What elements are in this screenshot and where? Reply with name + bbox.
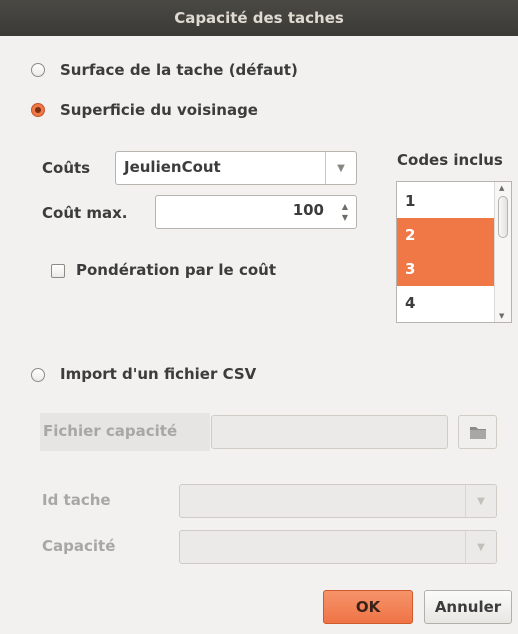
fichier-capacite-input[interactable]: [211, 415, 448, 449]
capacite-combo[interactable]: ▼: [179, 530, 497, 564]
ponderation-checkbox[interactable]: [51, 264, 65, 278]
superficie-radio-label[interactable]: Superficie du voisinage: [60, 101, 258, 119]
capacite-label: Capacité: [42, 537, 116, 555]
scrollbar-thumb[interactable]: [498, 196, 508, 238]
couts-combo-value: JeulienCout: [124, 158, 221, 176]
superficie-radio[interactable]: [31, 103, 45, 117]
list-item[interactable]: 2: [397, 218, 495, 252]
spin-arrows-icon[interactable]: ▲ ▼: [334, 196, 356, 228]
codes-scrollbar[interactable]: ▲ ▼: [494, 182, 511, 322]
chevron-down-icon: ▼: [465, 531, 496, 563]
cout-max-value: 100: [292, 201, 324, 219]
list-item[interactable]: 4: [397, 286, 495, 320]
scroll-down-icon[interactable]: ▼: [499, 312, 504, 320]
codes-listbox[interactable]: 1 2 3 4 ▲ ▼: [396, 181, 512, 323]
fichier-capacite-label-box: Fichier capacité: [40, 413, 210, 451]
couts-label: Coûts: [42, 159, 91, 177]
ok-button[interactable]: OK: [323, 590, 413, 624]
codes-inclus-header: Codes inclus: [397, 151, 503, 169]
id-tache-label: Id tache: [42, 491, 111, 509]
browse-folder-button[interactable]: [458, 415, 497, 449]
folder-icon: [469, 427, 486, 439]
window-title: Capacité des taches: [174, 9, 344, 27]
list-item[interactable]: 3: [397, 252, 495, 286]
scroll-up-icon[interactable]: ▲: [499, 184, 504, 192]
cancel-button[interactable]: Annuler: [424, 590, 512, 624]
window-titlebar: Capacité des taches: [0, 0, 518, 36]
csv-radio-label[interactable]: Import d'un fichier CSV: [60, 365, 256, 383]
cout-max-spinbox[interactable]: 100 ▲ ▼: [155, 195, 357, 229]
list-item[interactable]: 1: [397, 184, 495, 218]
cout-max-label: Coût max.: [42, 204, 128, 222]
chevron-down-icon: ▼: [325, 152, 356, 184]
chevron-down-icon: ▼: [465, 485, 496, 517]
surface-radio-label[interactable]: Surface de la tache (défaut): [60, 61, 298, 79]
couts-combo[interactable]: JeulienCout ▼: [115, 151, 357, 185]
csv-radio[interactable]: [31, 368, 45, 382]
fichier-capacite-label: Fichier capacité: [43, 422, 178, 440]
surface-radio[interactable]: [31, 63, 45, 77]
ponderation-label[interactable]: Pondération par le coût: [76, 261, 276, 279]
id-tache-combo[interactable]: ▼: [179, 484, 497, 518]
